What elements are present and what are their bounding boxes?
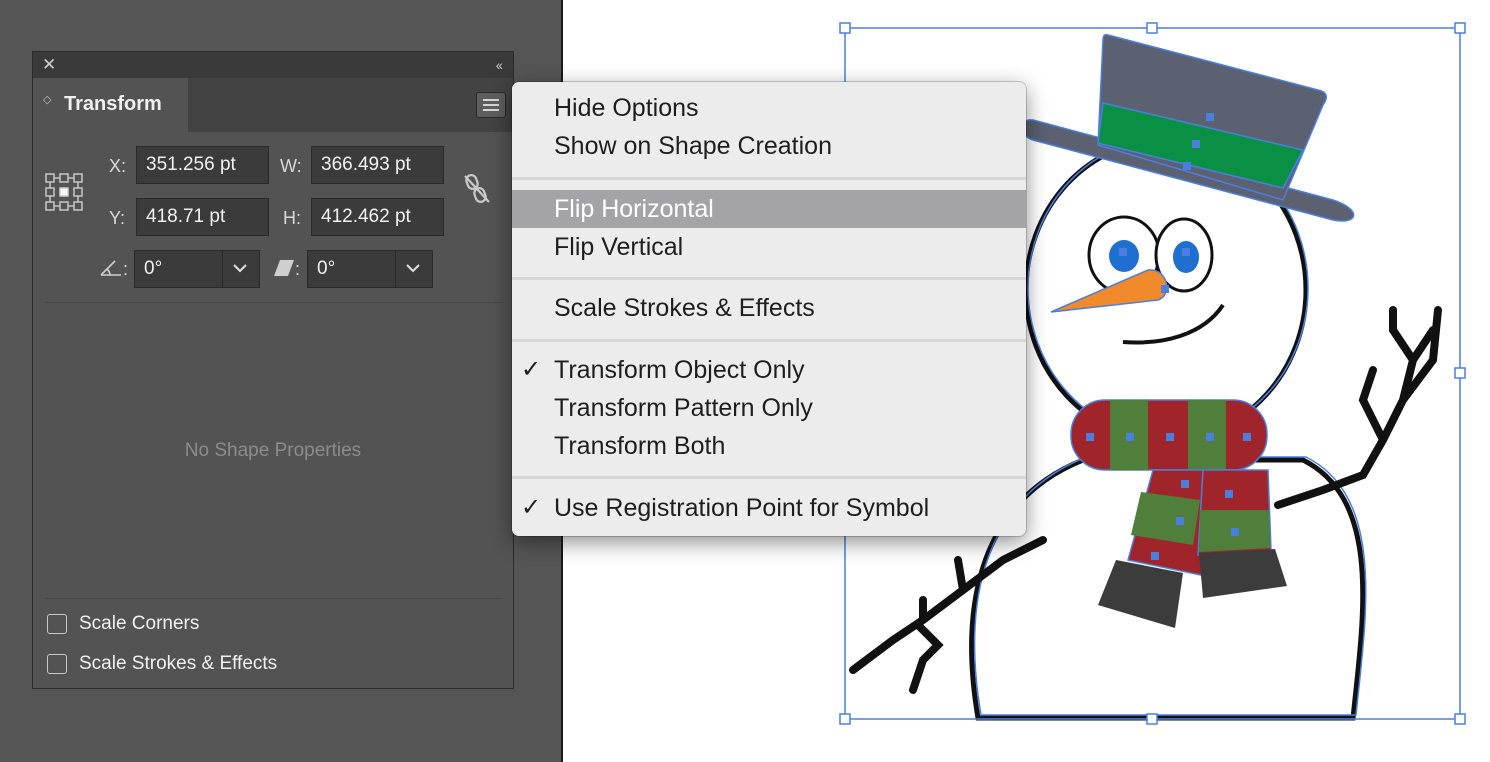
chevron-down-icon [233, 264, 247, 273]
hamburger-icon [483, 99, 499, 101]
hamburger-icon-line [483, 109, 499, 111]
menu-item-label: Transform Both [554, 432, 726, 460]
scale-corners-label: Scale Corners [79, 613, 200, 634]
menu-separator [512, 339, 1026, 342]
scale-strokes-checkbox[interactable] [47, 654, 67, 674]
updown-arrows-icon: ◇ [43, 94, 52, 106]
close-icon[interactable]: ✕ [42, 54, 56, 76]
menu-item-label: Transform Pattern Only [554, 394, 813, 422]
h-label: H: [283, 208, 301, 228]
menu-item-hide-options[interactable]: Hide Options [512, 89, 1026, 127]
w-label: W: [280, 156, 302, 176]
menu-item-label: Flip Vertical [554, 233, 684, 261]
x-field[interactable]: 351.256 pt [136, 146, 269, 184]
resize-handle[interactable] [839, 22, 851, 34]
double-chevron-icon[interactable]: ‹‹ [496, 54, 503, 76]
menu-item-label: Transform Object Only [554, 356, 805, 384]
right-pupil [1173, 241, 1199, 273]
checkmark-icon: ✓ [521, 494, 542, 521]
menu-item-label: Use Registration Point for Symbol [554, 494, 930, 522]
resize-handle[interactable] [1454, 367, 1466, 379]
reference-point-icon[interactable] [44, 172, 84, 212]
shear-label: : [295, 259, 301, 279]
no-shape-properties-text: No Shape Properties [184, 440, 362, 461]
menu-separator [512, 476, 1026, 479]
panel-divider [45, 302, 503, 303]
resize-handle[interactable] [1146, 713, 1158, 725]
constrain-proportions-link-icon[interactable] [461, 172, 493, 206]
panel-tab-row: ◇ Transform [33, 78, 513, 132]
menu-item-transform-both[interactable]: Transform Both [512, 427, 1026, 465]
rotate-field[interactable]: 0° [134, 250, 260, 288]
tab-transform-label: Transform [64, 93, 162, 115]
resize-handle[interactable] [1454, 22, 1466, 34]
panel-titlebar[interactable]: ✕ ‹‹ [33, 52, 513, 78]
rotate-label: : [123, 259, 129, 279]
checkmark-icon: ✓ [521, 356, 542, 383]
menu-item-label: Show on Shape Creation [554, 132, 832, 160]
menu-item-label: Flip Horizontal [554, 195, 714, 223]
resize-handle[interactable] [839, 713, 851, 725]
shear-field[interactable]: 0° [307, 250, 433, 288]
menu-separator [512, 277, 1026, 280]
scale-corners-checkbox[interactable] [47, 614, 67, 634]
y-label: Y: [109, 208, 126, 228]
menu-separator [512, 177, 1026, 180]
panel-flyout-menu: Hide Options Show on Shape Creation Flip… [512, 82, 1026, 536]
shear-value: 0° [317, 258, 336, 279]
panel-divider [45, 598, 503, 599]
resize-handle[interactable] [1454, 713, 1466, 725]
tab-transform[interactable]: ◇ Transform [33, 78, 188, 132]
y-field[interactable]: 418.71 pt [136, 198, 269, 236]
menu-item-transform-object-only[interactable]: ✓ Transform Object Only [512, 351, 1026, 389]
menu-item-show-on-shape-creation[interactable]: Show on Shape Creation [512, 127, 1026, 165]
resize-handle[interactable] [1146, 22, 1158, 34]
x-label: X: [109, 156, 127, 176]
shear-dropdown[interactable] [395, 251, 432, 287]
transform-panel: ✕ ‹‹ ◇ Transform X: 351.256 pt W: 366.49… [32, 51, 514, 689]
chevron-down-icon [406, 264, 420, 273]
menu-item-flip-horizontal[interactable]: Flip Horizontal [512, 190, 1026, 228]
menu-item-scale-strokes-effects[interactable]: Scale Strokes & Effects [512, 289, 1026, 327]
menu-item-flip-vertical[interactable]: Flip Vertical [512, 228, 1026, 266]
shear-icon [274, 260, 294, 276]
rotate-angle-icon [100, 260, 121, 276]
menu-item-use-registration-point[interactable]: ✓ Use Registration Point for Symbol [512, 489, 1026, 527]
scale-strokes-label: Scale Strokes & Effects [79, 653, 278, 674]
h-field[interactable]: 412.462 pt [311, 198, 444, 236]
rotate-dropdown[interactable] [222, 251, 259, 287]
menu-item-label: Hide Options [554, 94, 699, 122]
w-field[interactable]: 366.493 pt [311, 146, 444, 184]
menu-item-label: Scale Strokes & Effects [554, 294, 815, 322]
panel-menu-button[interactable] [476, 92, 506, 118]
rotate-value: 0° [144, 258, 163, 279]
hamburger-icon-line [483, 104, 499, 106]
menu-item-transform-pattern-only[interactable]: Transform Pattern Only [512, 389, 1026, 427]
